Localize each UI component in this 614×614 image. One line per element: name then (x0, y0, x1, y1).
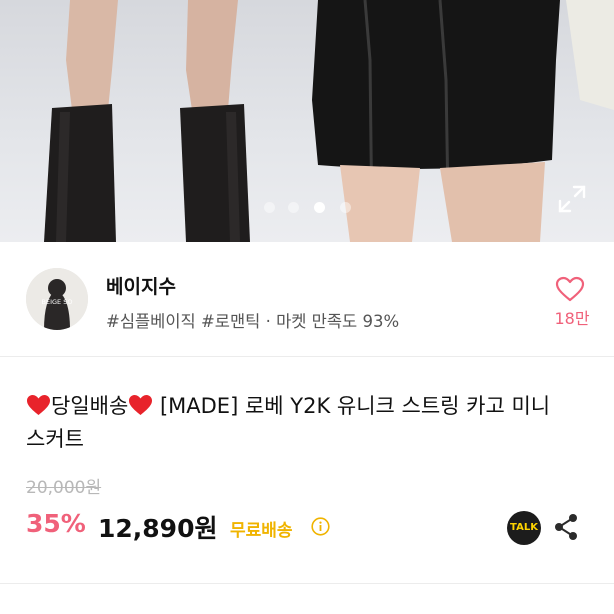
seller-name[interactable]: 베이지수 (106, 272, 176, 299)
free-shipping-badge: 무료배송 (230, 521, 293, 541)
slide-dot[interactable] (264, 202, 275, 213)
title-prefix: 당일배송 (51, 394, 129, 418)
product-title: 당일배송 [MADE] 로베 Y2K 유니크 스트링 카고 미니 스커트 (26, 390, 586, 456)
slide-dot[interactable] (340, 202, 351, 213)
discount-rate: 35% (26, 509, 86, 538)
sale-price: 12,890원 (98, 514, 218, 543)
heart-outline-icon[interactable] (555, 276, 585, 302)
seller-meta: #심플베이직 #로맨틱 · 마켓 만족도 93% (106, 312, 400, 331)
like-count: 18만 (554, 309, 590, 328)
slide-dot[interactable] (288, 202, 299, 213)
seller-row[interactable]: BEIGE SO 베이지수 #심플베이직 #로맨틱 · 마켓 만족도 93% 1… (0, 242, 614, 356)
original-price: 20,000원 (26, 478, 102, 498)
info-icon[interactable] (311, 517, 330, 536)
share-icon[interactable] (553, 513, 579, 541)
expand-icon[interactable] (556, 183, 588, 215)
product-image[interactable] (0, 0, 614, 242)
slide-indicator (0, 202, 614, 216)
slide-dot-active[interactable] (314, 202, 325, 213)
avatar-logo-text: BEIGE SO (42, 298, 73, 306)
red-heart-icon (129, 395, 153, 415)
red-heart-icon (27, 395, 50, 415)
divider (0, 583, 614, 584)
divider (0, 356, 614, 357)
avatar[interactable]: BEIGE SO (26, 268, 88, 330)
talk-button[interactable]: TALK (507, 511, 541, 545)
